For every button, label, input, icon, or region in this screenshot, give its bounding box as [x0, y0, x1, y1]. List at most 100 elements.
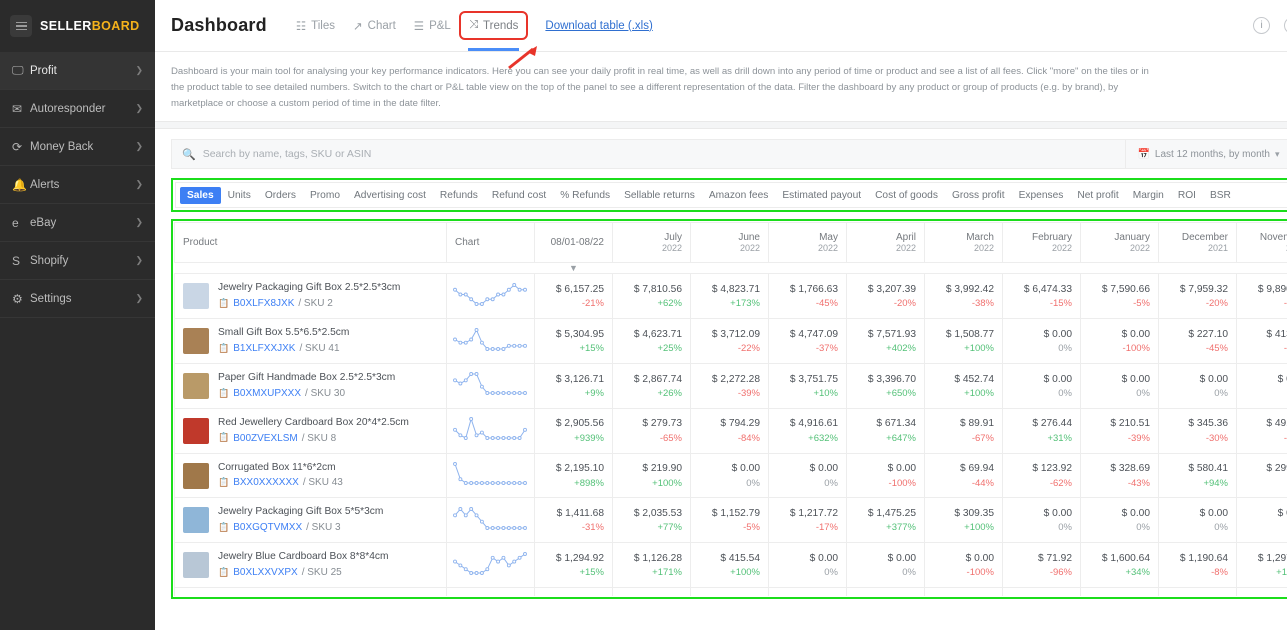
metric-tab-bsr[interactable]: BSR: [1203, 187, 1238, 204]
metric-cell[interactable]: $ 1,600.64 +34%: [1080, 542, 1159, 588]
metric-cell[interactable]: $ 0.000%: [1080, 497, 1159, 544]
sidebar-item-ebay[interactable]: e eBay ❯: [0, 204, 155, 242]
col-header-month-8[interactable]: December 2021: [1158, 222, 1237, 264]
metric-cell[interactable]: $ 71.92 -96%: [1002, 542, 1081, 588]
metric-cell[interactable]: $ 926.76+189%: [612, 586, 691, 597]
table-row[interactable]: Jewelry Cardboard Gift Boxes with Flower…: [174, 586, 1287, 597]
metric-tab-sellable-returns[interactable]: Sellable returns: [617, 187, 702, 204]
metric-cell[interactable]: $ 1,508.77 +100%: [924, 318, 1003, 365]
metric-tab-refunds[interactable]: Refunds: [433, 187, 485, 204]
sidebar-item-settings[interactable]: ⚙ Settings ❯: [0, 280, 155, 318]
metric-cell[interactable]: $ 227.10 -45%: [1158, 318, 1237, 365]
table-row[interactable]: Corrugated Box 11*6*2cm 📋 BXX0XXXXXX / SKU…: [174, 452, 1287, 499]
sidebar-item-shopify[interactable]: S Shopify ❯: [0, 242, 155, 280]
metric-cell[interactable]: $ 0.000%: [1158, 363, 1237, 409]
metric-tab-roi[interactable]: ROI: [1171, 187, 1203, 204]
metric-cell[interactable]: $ 299.20 0%: [1236, 452, 1287, 499]
col-header-month-0[interactable]: 08/01-08/22: [534, 222, 613, 264]
info-icon[interactable]: i: [1253, 17, 1271, 34]
col-header-month-5[interactable]: March 2022: [924, 222, 1003, 264]
metric-cell[interactable]: $ 0.00 -100%: [846, 452, 925, 499]
metric-cell[interactable]: $ 69.94 -44%: [924, 452, 1003, 499]
copy-icon[interactable]: 📋: [218, 297, 229, 311]
metric-cell[interactable]: $ 279.73 -65%: [612, 407, 691, 454]
copy-icon[interactable]: 📋: [218, 431, 229, 445]
metric-cell[interactable]: $ 0.000%: [1002, 318, 1081, 365]
metric-cell[interactable]: $ 6,157.25 -21%: [534, 273, 613, 320]
metric-cell[interactable]: $ 2,867.74 +26%: [612, 363, 691, 409]
metric-cell[interactable]: $ 276.44 +31%: [1002, 407, 1081, 454]
metric-cell[interactable]: $ 0.000%: [768, 542, 847, 588]
metric-cell[interactable]: $ 7,571.93 +402%: [846, 318, 925, 365]
metric-cell[interactable]: $ 3,712.09 -22%: [690, 318, 769, 365]
metric-tab-promo[interactable]: Promo: [303, 187, 347, 204]
col-header-month-7[interactable]: January 2022: [1080, 222, 1159, 264]
metric-cell[interactable]: $ 5,304.95 +15%: [534, 318, 613, 365]
product-asin[interactable]: B0XGQTVMXX: [233, 520, 302, 535]
metric-tab-gross-profit[interactable]: Gross profit: [945, 187, 1012, 204]
metric-cell[interactable]: $ 0.000%: [1158, 497, 1237, 544]
copy-icon[interactable]: 📋: [218, 566, 229, 580]
metric-tab-amazon-fees[interactable]: Amazon fees: [702, 187, 775, 204]
col-header-month-6[interactable]: February 2022: [1002, 222, 1081, 264]
table-row[interactable]: Small Gift Box 5.5*6.5*2.5cm 📋 B1XLFXXJXK …: [174, 318, 1287, 365]
metric-cell[interactable]: $ 604.49-35%: [924, 586, 1003, 597]
table-scroll-area[interactable]: Product Chart 08/01-08/22 July 2022 June 202…: [174, 222, 1287, 597]
download-table-link[interactable]: Download table (.xls): [545, 20, 652, 32]
view-tab-trends[interactable]: ⤨ Trends: [458, 11, 529, 51]
metric-cell[interactable]: $ 580.41 +94%: [1158, 452, 1237, 499]
metric-tab-estimated-payout[interactable]: Estimated payout: [775, 187, 868, 204]
metric-cell[interactable]: $ 9,890.96 -19%: [1236, 273, 1287, 320]
metric-cell[interactable]: $ 7,810.56 +62%: [612, 273, 691, 320]
metric-cell[interactable]: $ 1,190.64 -8%: [1158, 542, 1237, 588]
col-header-month-3[interactable]: May 2022: [768, 222, 847, 264]
metric-tab--refunds[interactable]: % Refunds: [553, 187, 617, 204]
metric-tab-expenses[interactable]: Expenses: [1012, 187, 1071, 204]
column-filter-icon[interactable]: ▼: [535, 263, 613, 274]
hamburger-menu-icon[interactable]: [10, 15, 32, 37]
metric-cell[interactable]: $ 0.000%: [1002, 497, 1081, 544]
metric-cell[interactable]: $ 219.90 +100%: [612, 452, 691, 499]
metric-cell[interactable]: $ 1,297.99 +184%: [1236, 542, 1287, 588]
metric-cell[interactable]: $ 2,905.56 +939%: [534, 407, 613, 454]
metric-cell[interactable]: $ 89.91 -67%: [924, 407, 1003, 454]
metric-cell[interactable]: $ 1,126.28 +171%: [612, 542, 691, 588]
metric-cell[interactable]: $ 3,126.71 +9%: [534, 363, 613, 409]
metric-cell[interactable]: $ 2,195.10 +898%: [534, 452, 613, 499]
date-range-selector[interactable]: 📅 Last 12 months, by month ▾: [1126, 149, 1287, 160]
metric-cell[interactable]: $ 0.000%: [768, 586, 847, 597]
view-tab-tiles[interactable]: ☷ Tiles: [289, 14, 342, 38]
sidebar-item-profit[interactable]: 🖵 Profit ❯: [0, 52, 155, 90]
metric-cell[interactable]: $ 1,475.25 +377%: [846, 497, 925, 544]
view-tab-chart[interactable]: ↗ Chart: [346, 14, 403, 38]
metric-cell[interactable]: $ 1,766.63 -45%: [768, 273, 847, 320]
metric-cell[interactable]: $ 0.000%: [1080, 363, 1159, 409]
view-tab-p-l[interactable]: ☰ P&L: [407, 14, 458, 38]
product-asin[interactable]: BXX0XXXXXX: [233, 475, 299, 490]
metric-cell[interactable]: $ 309.35 +100%: [924, 497, 1003, 544]
metric-cell[interactable]: $ 0.000%: [1236, 363, 1287, 409]
metric-tab-refund-cost[interactable]: Refund cost: [485, 187, 553, 204]
metric-cell[interactable]: $ 123.92 -62%: [1002, 452, 1081, 499]
sidebar-item-alerts[interactable]: 🔔 Alerts ❯: [0, 166, 155, 204]
metric-cell[interactable]: $ 3,992.42 -38%: [924, 273, 1003, 320]
table-row[interactable]: Paper Gift Handmade Box 2.5*2.5*3cm 📋 B0XM…: [174, 363, 1287, 409]
metric-cell[interactable]: $ 7,590.66 -5%: [1080, 273, 1159, 320]
metric-tab-units[interactable]: Units: [221, 187, 258, 204]
metric-cell[interactable]: $ 2,035.53 +77%: [612, 497, 691, 544]
product-asin[interactable]: B00ZVEXLSM: [233, 431, 297, 446]
search-input[interactable]: 🔍 Search by name, tags, SKU or ASIN: [172, 148, 1125, 161]
metric-cell[interactable]: $ 4,747.09 -37%: [768, 318, 847, 365]
metric-cell[interactable]: $ 983.18+6%: [534, 586, 613, 597]
metric-cell[interactable]: $ 3,396.70 +650%: [846, 363, 925, 409]
metric-cell[interactable]: $ 4,823.71 +173%: [690, 273, 769, 320]
product-asin[interactable]: B1XLFXXJXK: [233, 341, 295, 356]
metric-cell[interactable]: $ 0.00 -100%: [924, 542, 1003, 588]
metric-cell[interactable]: $ 328.69 -43%: [1080, 452, 1159, 499]
metric-cell[interactable]: $ 452.74 +100%: [924, 363, 1003, 409]
metric-cell[interactable]: $ 1,146.27+55%: [1080, 586, 1159, 597]
metric-cell[interactable]: $ 3,751.75 +10%: [768, 363, 847, 409]
table-row[interactable]: Jewelry Packaging Gift Box 5*5*3cm 📋 B0XGQ…: [174, 497, 1287, 544]
metric-cell[interactable]: $ 210.51 -39%: [1080, 407, 1159, 454]
metric-cell[interactable]: $ 345.36 -30%: [1158, 407, 1237, 454]
